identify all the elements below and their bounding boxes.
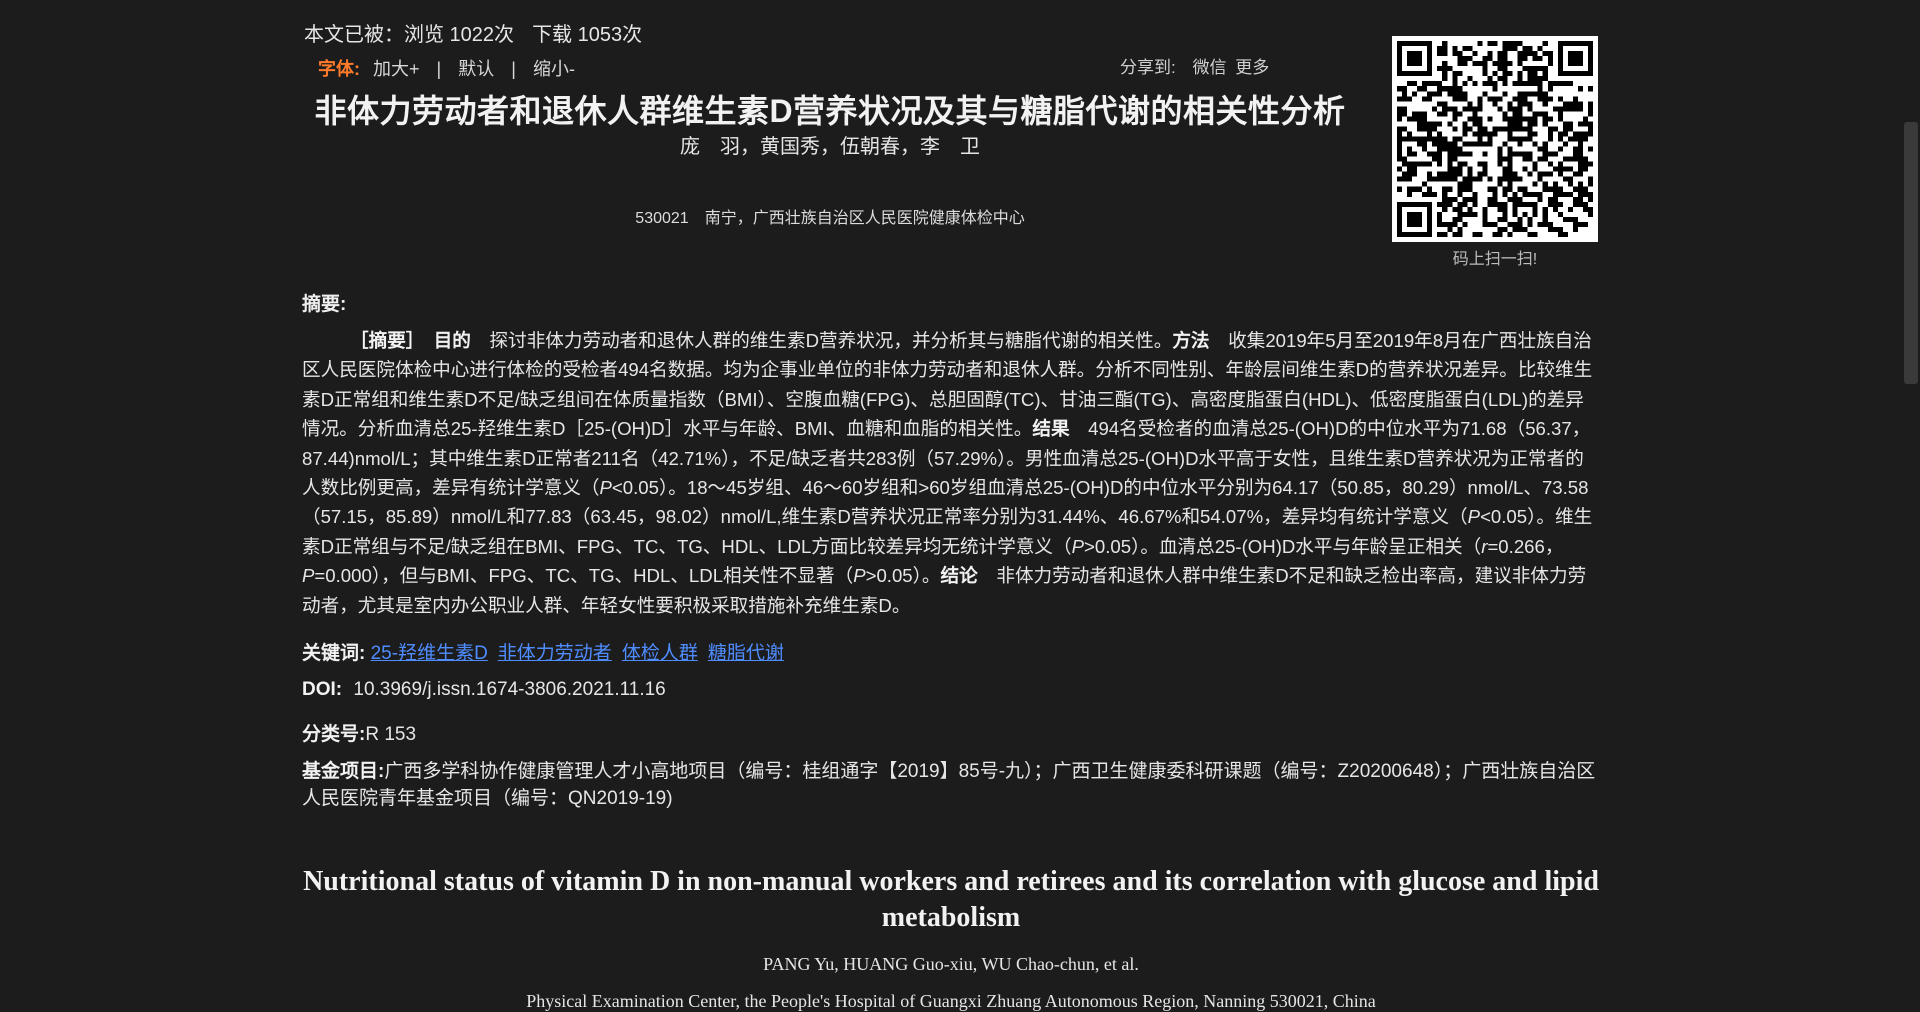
separator: | bbox=[511, 59, 516, 79]
fund-label: 基金项目: bbox=[302, 761, 385, 782]
font-increase-link[interactable]: 加大+ bbox=[373, 59, 420, 79]
scrollbar-thumb[interactable] bbox=[1904, 122, 1918, 384]
result-text: >0.05）。血清总25-(OH)D水平与年龄呈正相关（ bbox=[1084, 535, 1482, 557]
qr-code-image bbox=[1392, 36, 1598, 242]
separator: | bbox=[436, 59, 442, 79]
result-label: 结果 bbox=[1032, 418, 1070, 440]
class-no-label: 分类号: bbox=[302, 724, 366, 745]
fund-row: 基金项目:广西多学科协作健康管理人才小高地项目（编号：桂组通字【2019】85号… bbox=[302, 758, 1600, 812]
font-label: 字体: bbox=[318, 59, 360, 79]
share-wechat-link[interactable]: 微信 bbox=[1192, 58, 1226, 77]
keyword-link[interactable]: 非体力劳动者 bbox=[498, 643, 612, 664]
share-bar: 分享到: 微信 更多 bbox=[1120, 53, 1281, 78]
keyword-link[interactable]: 25-羟维生素D bbox=[371, 643, 488, 664]
class-no-value: R 153 bbox=[365, 724, 417, 745]
share-label: 分享到: bbox=[1120, 58, 1176, 77]
font-default-link[interactable]: 默认 bbox=[458, 59, 494, 79]
qr-caption: 码上扫一扫! bbox=[1452, 251, 1538, 268]
keyword-link[interactable]: 体检人群 bbox=[622, 643, 698, 664]
class-no-row: 分类号:R 153 bbox=[302, 719, 416, 746]
authors-en: PANG Yu, HUANG Guo-xiu, WU Chao-chun, et… bbox=[763, 954, 1139, 974]
doi-row: DOI: 10.3969/j.issn.1674-3806.2021.11.16 bbox=[302, 679, 666, 701]
conclusion-label: 结论 bbox=[940, 565, 978, 587]
qr-modules bbox=[1397, 41, 1593, 237]
objective-label: 目的 bbox=[433, 330, 471, 351]
vertical-scrollbar[interactable] bbox=[1902, 0, 1920, 1011]
article-title-cn: 非体力劳动者和退休人群维生素D营养状况及其与糖脂代谢的相关性分析 bbox=[314, 93, 1346, 129]
p-symbol: P bbox=[599, 477, 612, 499]
article-title-en: Nutritional status of vitamin D in non-m… bbox=[303, 866, 1599, 933]
article-stats: 本文已被：浏览 1022次 下载 1053次 bbox=[304, 18, 660, 47]
p-symbol: P bbox=[1467, 506, 1481, 528]
download-count: 下载 1053次 bbox=[532, 24, 643, 46]
result-text: >0.05）。 bbox=[865, 565, 941, 587]
keywords-label: 关键词: bbox=[302, 643, 366, 664]
article-page: 本文已被：浏览 1022次 下载 1053次 字体: 加大+ | 默认 | 缩小-… bbox=[300, 0, 1602, 1011]
p-symbol: P bbox=[302, 565, 315, 587]
authors-cn: 庞 羽，黄国秀，伍朝春，李 卫 bbox=[680, 136, 980, 158]
stats-prefix: 本文已被： bbox=[304, 24, 404, 46]
share-more-link[interactable]: 更多 bbox=[1235, 58, 1269, 77]
objective-text: 探讨非体力劳动者和退休人群的维生素D营养状况，并分析其与糖脂代谢的相关性。 bbox=[489, 330, 1173, 351]
abstract-body: ［摘要］ 目的 探讨非体力劳动者和退休人群的维生素D营养状况，并分析其与糖脂代谢… bbox=[302, 326, 1600, 620]
font-decrease-link[interactable]: 缩小- bbox=[533, 59, 575, 79]
font-size-bar: 字体: 加大+ | 默认 | 缩小- bbox=[318, 55, 575, 81]
method-label: 方法 bbox=[1172, 330, 1210, 351]
fund-value: 广西多学科协作健康管理人才小高地项目（编号：桂组通字【2019】85号-九）；广… bbox=[302, 761, 1596, 809]
view-count: 浏览 1022次 bbox=[404, 24, 515, 46]
result-text: =0.266， bbox=[1487, 535, 1564, 557]
doi-value: 10.3969/j.issn.1674-3806.2021.11.16 bbox=[353, 679, 666, 700]
affiliation-en: Physical Examination Center, the People'… bbox=[526, 991, 1376, 1011]
keyword-link[interactable]: 糖脂代谢 bbox=[708, 643, 784, 664]
doi-label: DOI: bbox=[302, 679, 343, 700]
keywords-row: 关键词: 25-羟维生素D 非体力劳动者 体检人群 糖脂代谢 bbox=[302, 638, 794, 665]
p-symbol: P bbox=[1071, 535, 1085, 557]
p-symbol: P bbox=[853, 565, 866, 587]
result-text: =0.000），但与BMI、FPG、TC、TG、HDL、LDL相关性不显著（ bbox=[314, 565, 854, 587]
affiliation-cn: 530021 南宁，广西壮族自治区人民医院健康体检中心 bbox=[635, 210, 1025, 227]
abstract-lead: ［摘要］ bbox=[350, 330, 416, 351]
abstract-heading: 摘要: bbox=[302, 294, 347, 315]
